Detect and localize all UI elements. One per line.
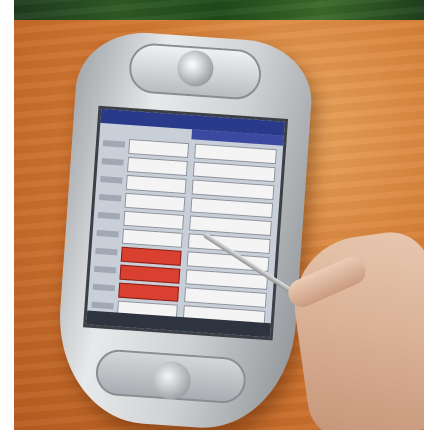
pda-screen bbox=[83, 105, 289, 341]
photo bbox=[14, 0, 424, 430]
pda-device bbox=[52, 28, 316, 430]
screen-form bbox=[91, 137, 279, 329]
